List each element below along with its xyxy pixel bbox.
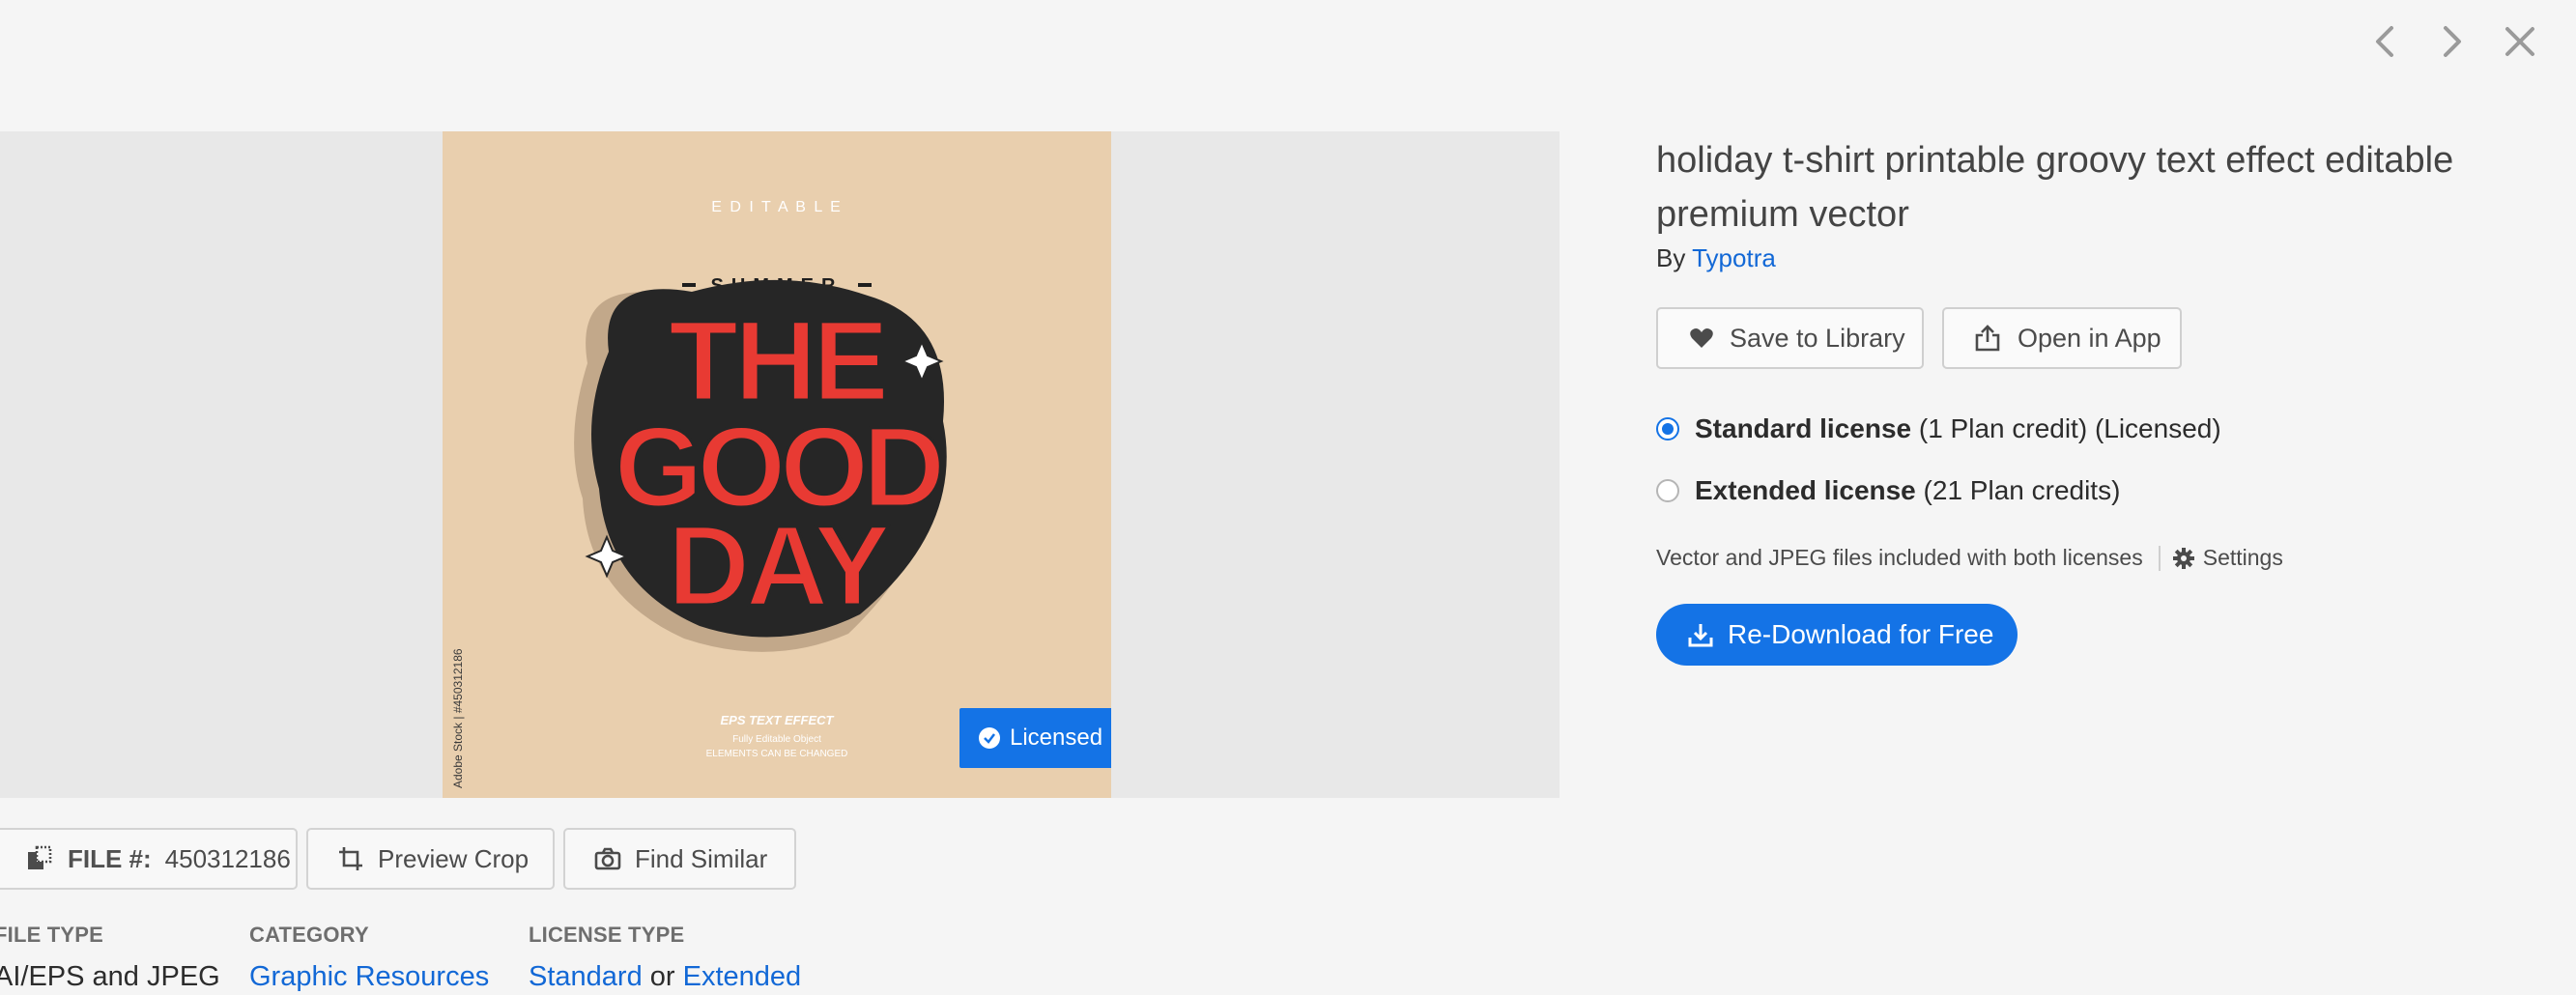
category-label: CATEGORY xyxy=(249,923,369,947)
license-note-text: Vector and JPEG files included with both… xyxy=(1656,545,2143,570)
editable-text: E D I T A B L E xyxy=(711,199,843,215)
settings-button[interactable]: Settings xyxy=(2172,545,2283,571)
viewer-nav xyxy=(2367,17,2537,66)
license-note: Vector and JPEG files included with both… xyxy=(1656,545,2283,571)
chevron-left-icon xyxy=(2376,26,2393,57)
camera-icon xyxy=(594,847,621,870)
open-in-app-button[interactable]: Open in App xyxy=(1942,307,2182,369)
file-number-button[interactable]: FILE #: 450312186 xyxy=(0,828,298,890)
author-line: By Typotra xyxy=(1656,243,1776,273)
settings-label: Settings xyxy=(2202,545,2283,570)
author-link[interactable]: Typotra xyxy=(1692,243,1776,272)
headline-line-3: DAY xyxy=(668,502,889,630)
save-to-library-button[interactable]: Save to Library xyxy=(1656,307,1924,369)
file-type-section: FILE TYPE AI/EPS and JPEG xyxy=(0,923,220,993)
extended-license-name: Extended license xyxy=(1695,475,1916,505)
previous-button[interactable] xyxy=(2367,17,2402,66)
find-similar-button[interactable]: Find Similar xyxy=(563,828,796,890)
licensed-label: Licensed xyxy=(1010,725,1103,751)
crop-icon xyxy=(339,847,362,870)
footer-sub-1: Fully Editable Object xyxy=(732,734,821,745)
asset-title: holiday t-shirt printable groovy text ef… xyxy=(1656,140,2454,235)
standard-license-option[interactable]: Standard license (1 Plan credit) (Licens… xyxy=(1656,413,2221,444)
file-type-value: AI/EPS and JPEG xyxy=(0,961,220,992)
preview-crop-label: Preview Crop xyxy=(378,843,530,873)
heart-icon xyxy=(1690,328,1713,348)
open-in-app-label: Open in App xyxy=(2018,323,2161,353)
preview-crop-button[interactable]: Preview Crop xyxy=(306,828,555,890)
standard-license-radio[interactable] xyxy=(1656,417,1679,441)
divider xyxy=(2158,545,2161,571)
footer-title: EPS TEXT EFFECT xyxy=(720,713,834,727)
category-link[interactable]: Graphic Resources xyxy=(249,961,489,992)
gear-icon xyxy=(2172,547,2194,569)
re-download-button[interactable]: Re-Download for Free xyxy=(1656,604,2018,666)
extended-license-detail: (21 Plan credits) xyxy=(1923,475,2121,505)
standard-license-name: Standard license xyxy=(1695,413,1912,443)
chevron-right-icon xyxy=(2444,26,2461,57)
licensed-badge: Licensed xyxy=(959,708,1111,768)
download-icon xyxy=(1688,624,1713,647)
next-button[interactable] xyxy=(2435,17,2470,66)
license-type-section: LICENSE TYPE Standard or Extended xyxy=(529,923,801,993)
file-number-value: 450312186 xyxy=(164,843,291,873)
re-download-label: Re-Download for Free xyxy=(1728,619,1994,649)
by-label: By xyxy=(1656,243,1686,272)
check-circle-icon xyxy=(979,727,1000,749)
file-type-label: FILE TYPE xyxy=(0,923,104,947)
watermark-text: Adobe Stock | #450312186 xyxy=(451,648,465,788)
standard-license-link[interactable]: Standard xyxy=(529,961,643,992)
asset-preview-image[interactable]: E D I T A B L E SUMMER THE GOOD DAY EPS … xyxy=(443,131,1111,798)
extended-license-radio[interactable] xyxy=(1656,479,1679,502)
license-type-label: LICENSE TYPE xyxy=(529,923,685,947)
save-to-library-label: Save to Library xyxy=(1730,323,1905,353)
extended-license-link[interactable]: Extended xyxy=(683,961,802,992)
license-or-text: or xyxy=(649,961,675,992)
share-icon xyxy=(1975,325,2000,352)
standard-license-detail: (1 Plan credit) (Licensed) xyxy=(1918,413,2221,443)
category-section: CATEGORY Graphic Resources xyxy=(249,923,489,993)
extended-license-option[interactable]: Extended license (21 Plan credits) xyxy=(1656,475,2120,506)
close-icon xyxy=(2505,27,2534,56)
footer-sub-2: ELEMENTS CAN BE CHANGED xyxy=(706,749,848,759)
close-button[interactable] xyxy=(2503,17,2537,66)
file-number-label: FILE #: xyxy=(68,843,152,873)
copy-icon xyxy=(28,845,52,869)
find-similar-label: Find Similar xyxy=(635,843,768,873)
